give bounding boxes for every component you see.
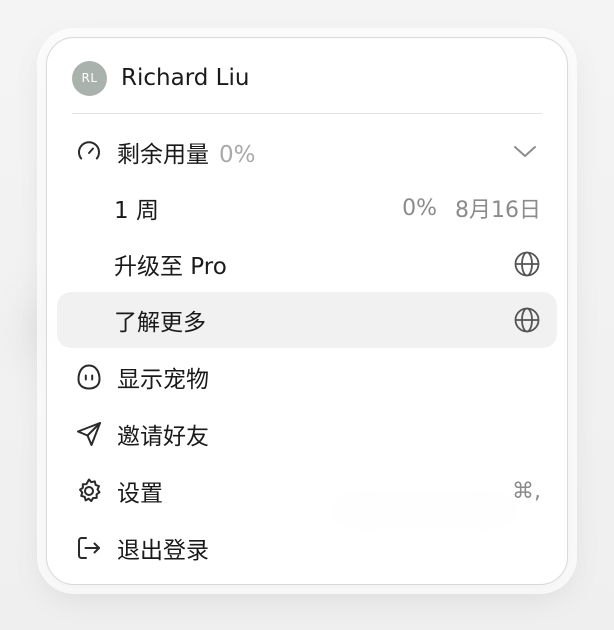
learn-more-item[interactable]: 了解更多 (57, 292, 557, 348)
chevron-down-icon[interactable] (513, 145, 537, 159)
show-pet-label: 显示宠物 (117, 367, 209, 393)
show-pet-item[interactable]: 显示宠物 (57, 349, 557, 405)
send-icon (75, 420, 103, 448)
upgrade-pro-label: 升级至 Pro (114, 254, 227, 280)
settings-shortcut: ⌘, (512, 478, 541, 504)
usage-reset-date: 8月16日 (455, 198, 541, 223)
upgrade-pro-item[interactable]: 升级至 Pro (57, 236, 557, 292)
gauge-icon (75, 138, 103, 166)
user-header: RL Richard Liu (72, 60, 542, 96)
usage-label: 剩余用量 (117, 142, 209, 168)
logout-icon (75, 534, 103, 562)
usage-period-percent: 0% (402, 195, 437, 221)
invite-friends-item[interactable]: 邀请好友 (57, 406, 557, 462)
invite-friends-label: 邀请好友 (117, 424, 209, 450)
learn-more-label: 了解更多 (114, 310, 206, 336)
settings-item[interactable]: 设置 ⌘, (57, 463, 557, 519)
globe-icon (513, 306, 541, 334)
pet-icon (75, 363, 103, 391)
avatar: RL (72, 60, 107, 96)
divider (72, 113, 542, 114)
usage-percent: 0% (219, 142, 256, 168)
user-name: Richard Liu (121, 65, 250, 91)
logout-item[interactable]: 退出登录 (57, 520, 557, 576)
globe-icon (513, 250, 541, 278)
settings-label: 设置 (117, 481, 163, 507)
usage-row[interactable]: 剩余用量 0% (57, 124, 557, 180)
gear-icon (75, 477, 103, 505)
usage-period-row: 1 周 0% 8月16日 (57, 180, 557, 236)
account-menu: RL Richard Liu 剩余用量 0% 1 周 0% 8月16日 升级至 … (46, 37, 568, 585)
usage-period-label: 1 周 (114, 198, 159, 224)
logout-label: 退出登录 (117, 538, 209, 564)
